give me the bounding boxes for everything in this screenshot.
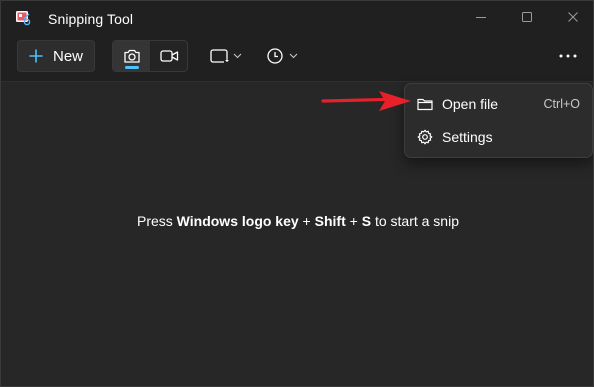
clock-icon xyxy=(267,48,298,64)
selected-mode-indicator xyxy=(125,66,139,69)
menu-item-settings[interactable]: Settings xyxy=(409,122,588,152)
folder-icon xyxy=(417,98,433,111)
menu-item-label: Settings xyxy=(442,129,493,145)
window-title: Snipping Tool xyxy=(48,11,134,27)
hint-text: to start a snip xyxy=(371,213,459,229)
minimize-button[interactable] xyxy=(458,1,504,33)
close-icon xyxy=(568,12,578,22)
hint-key-s: S xyxy=(361,213,372,229)
maximize-icon xyxy=(522,12,532,22)
snip-shape-dropdown[interactable] xyxy=(210,45,244,67)
more-options-menu: Open file Ctrl+O Settings xyxy=(404,83,593,158)
menu-item-label: Open file xyxy=(442,96,499,112)
capture-mode-group xyxy=(112,40,188,72)
snip-mode-button[interactable] xyxy=(113,41,150,71)
hint-key-shift: Shift xyxy=(314,213,346,229)
start-snip-hint: Press Windows logo key + Shift + S to st… xyxy=(1,213,593,229)
snipping-tool-window: Snipping Tool New Press Windows logo key… xyxy=(0,0,594,387)
see-more-button[interactable] xyxy=(553,43,583,69)
camera-icon xyxy=(123,49,140,63)
plus-icon xyxy=(29,49,43,63)
video-camera-icon xyxy=(160,50,179,62)
minimize-icon xyxy=(476,17,486,18)
menu-item-shortcut: Ctrl+O xyxy=(543,97,580,111)
gear-icon xyxy=(417,129,433,145)
maximize-button[interactable] xyxy=(504,1,550,33)
menu-item-open-file[interactable]: Open file Ctrl+O xyxy=(409,89,588,119)
snipping-tool-app-icon xyxy=(16,11,31,26)
close-button[interactable] xyxy=(550,1,593,33)
annotation-arrow-icon xyxy=(321,91,411,111)
rectangle-snip-icon xyxy=(210,49,242,63)
record-mode-button[interactable] xyxy=(151,41,188,71)
toolbar: New xyxy=(1,35,593,82)
more-horizontal-icon xyxy=(559,54,577,58)
snip-delay-dropdown[interactable] xyxy=(266,45,300,67)
new-snip-label: New xyxy=(53,48,84,65)
hint-key-windows: Windows logo key xyxy=(176,213,299,229)
title-bar[interactable]: Snipping Tool xyxy=(1,1,593,35)
hint-separator: + xyxy=(345,213,362,229)
hint-separator: + xyxy=(298,213,315,229)
new-snip-button[interactable]: New xyxy=(17,40,95,72)
hint-text: Press xyxy=(136,213,177,229)
